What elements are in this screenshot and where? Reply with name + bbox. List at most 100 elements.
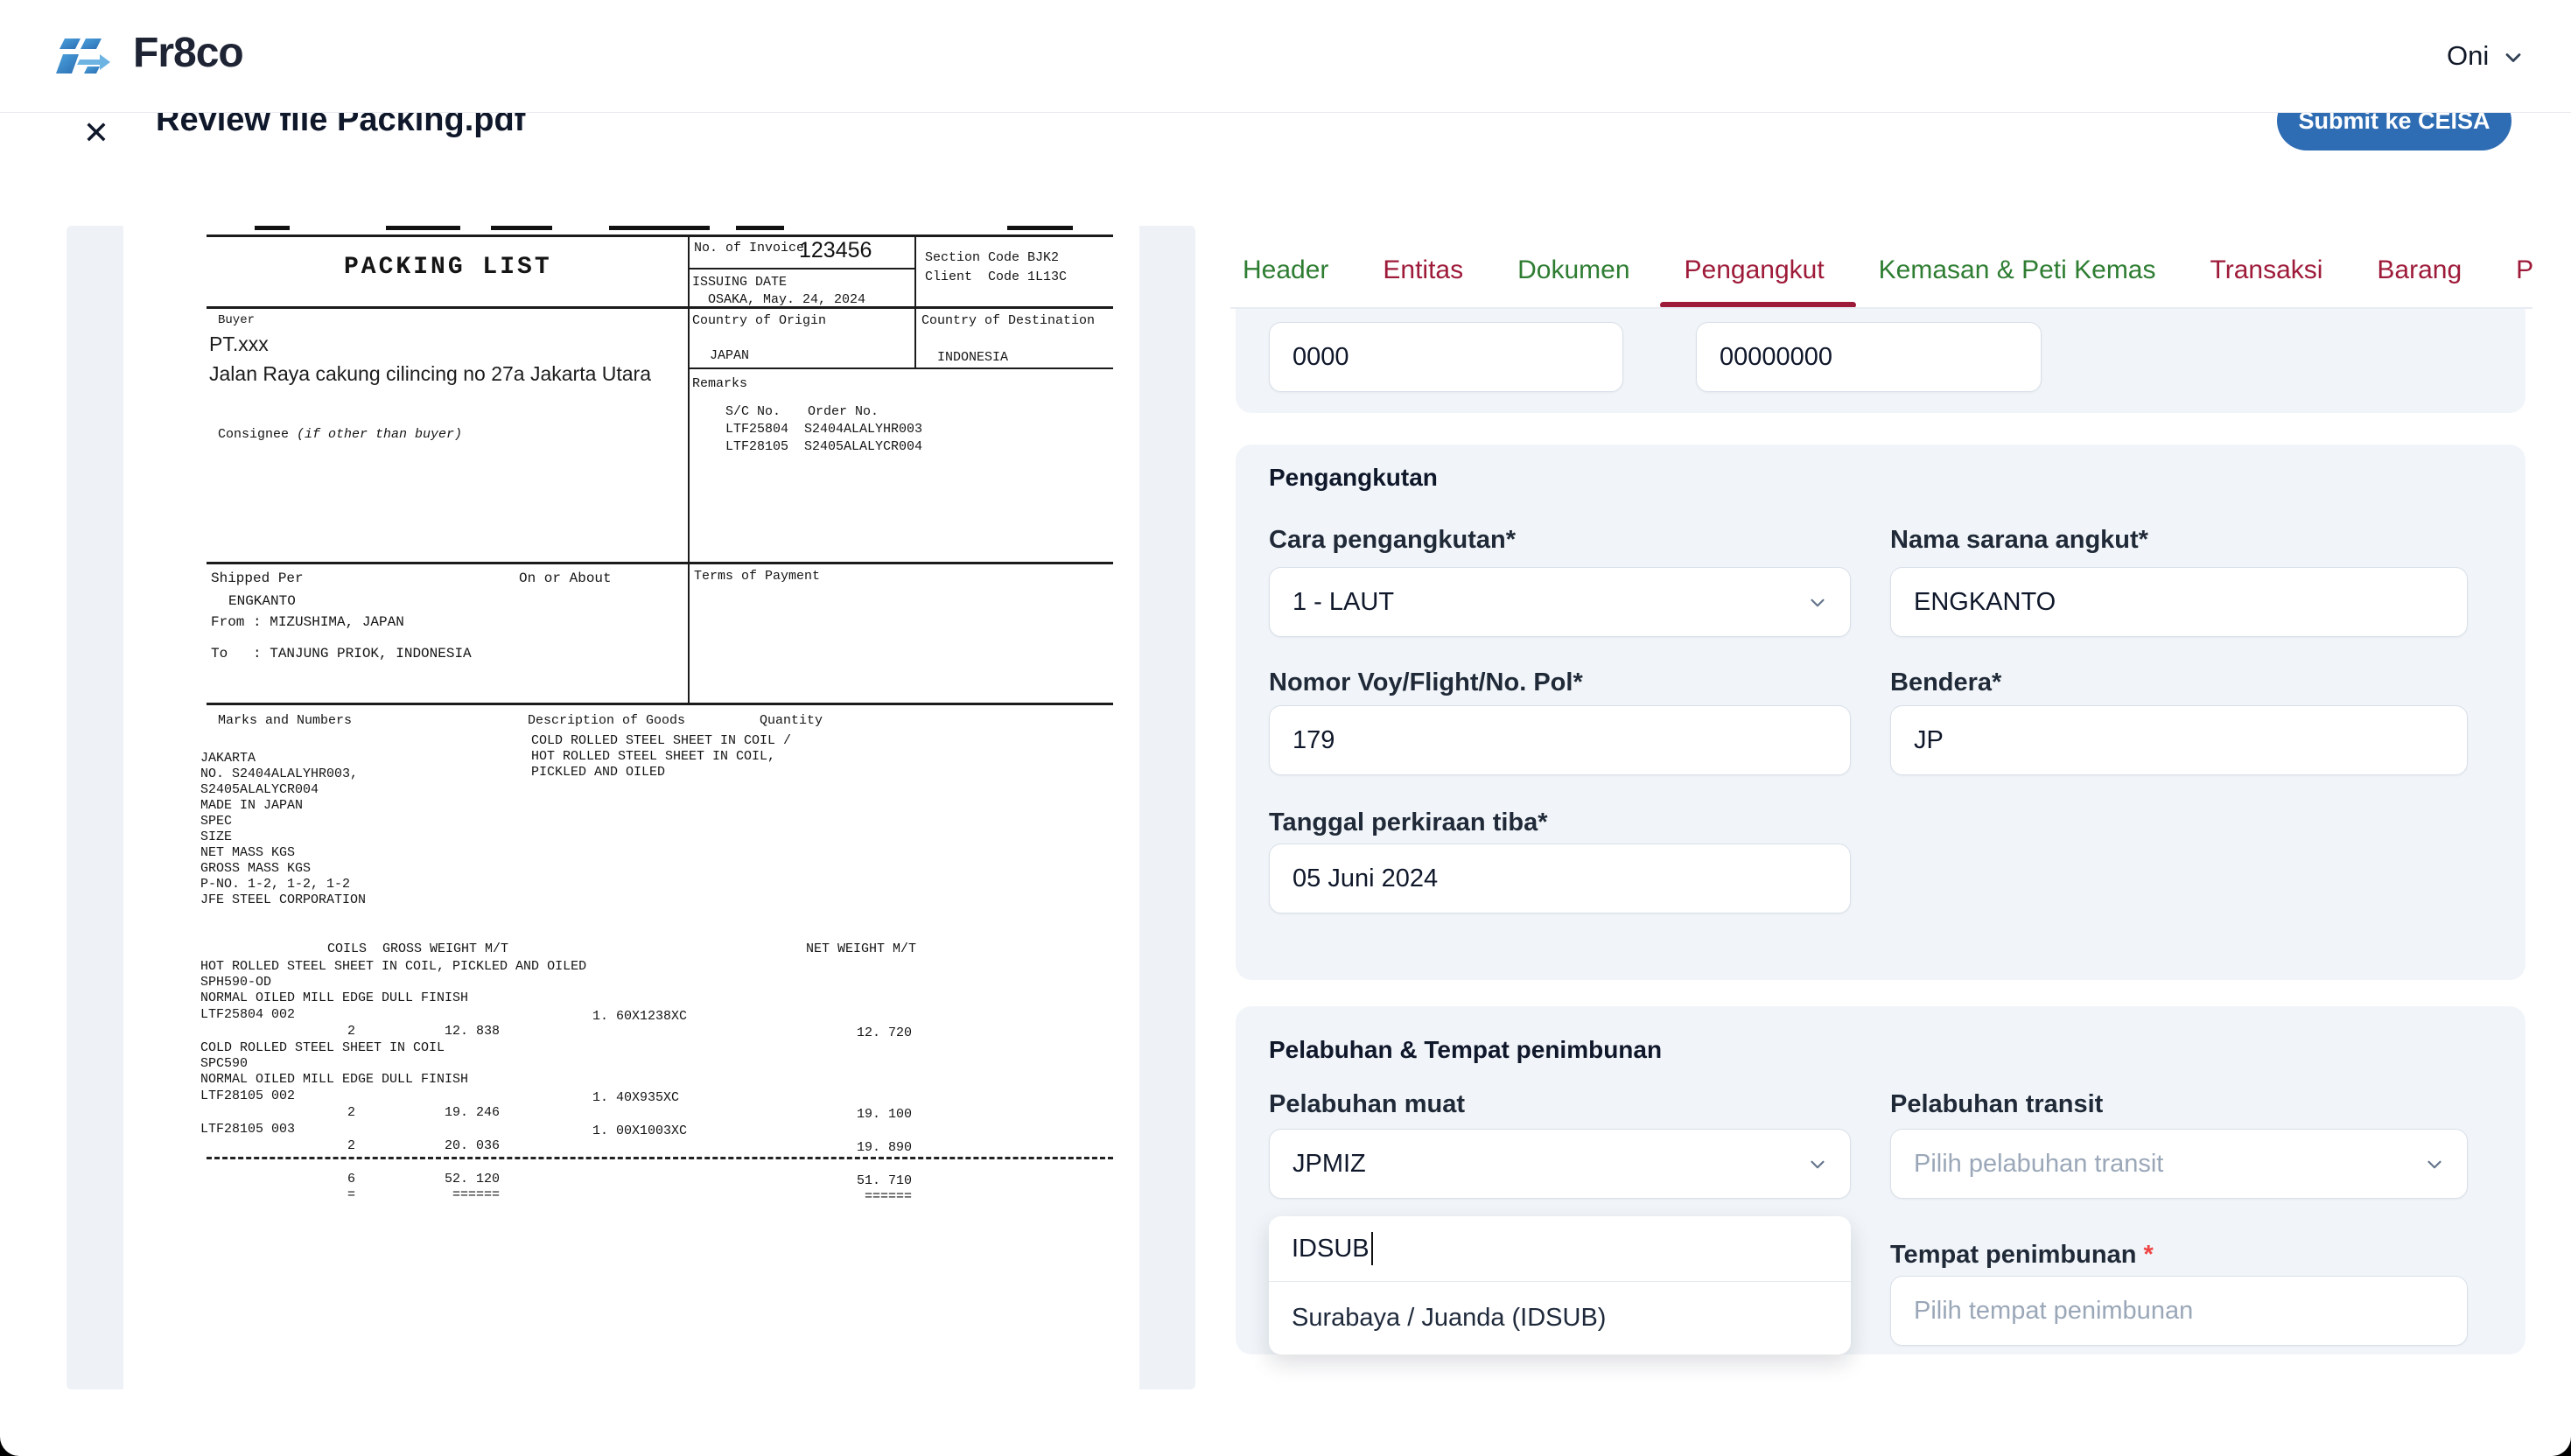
- section-title-pengangkutan: Pengangkutan: [1269, 464, 1438, 491]
- tab-barang[interactable]: Barang: [2377, 256, 2462, 285]
- label-tanggal-perkiraan-tiba: Tanggal perkiraan tiba*: [1269, 808, 1548, 836]
- doc-item-line: HOT ROLLED STEEL SHEET IN COIL, PICKLED …: [200, 959, 587, 974]
- tab-pengangkut[interactable]: Pengangkut: [1685, 256, 1825, 285]
- doc-item-gross: 19. 246: [444, 1105, 500, 1120]
- tab-transaksi[interactable]: Transaksi: [2210, 256, 2323, 285]
- doc-marks-line: NET MASS KGS: [200, 845, 296, 860]
- text-caret: [1370, 1232, 1373, 1265]
- doc-item-code: LTF28105 003: [200, 1122, 296, 1137]
- tab-header[interactable]: Header: [1243, 256, 1328, 285]
- doc-sc-order-header: S/C No. Order No.: [725, 404, 879, 419]
- doc-to-line: To : TANJUNG PRIOK, INDONESIA: [211, 646, 472, 662]
- doc-item-net: 19. 100: [856, 1107, 912, 1122]
- top-navigation-bar: Fr8co Oni: [0, 0, 2571, 113]
- tab-entitas[interactable]: Entitas: [1383, 256, 1463, 285]
- doc-consignee-label: Consignee (if other than buyer): [218, 427, 463, 442]
- doc-vessel: ENGKANTO: [228, 593, 296, 609]
- doc-buyer-address: Jalan Raya cakung cilincing no 27a Jakar…: [209, 362, 652, 385]
- doc-item-qty: 2: [347, 1105, 356, 1120]
- doc-marks-line: S2405ALALYCR004: [200, 782, 319, 797]
- doc-invoice-label: No. of Invoice: [694, 241, 805, 256]
- form-tabs: Header Entitas Dokumen Pengangkut Kemasan & …: [1243, 256, 2533, 285]
- doc-title: PACKING LIST: [344, 254, 552, 281]
- chevron-down-icon: [1806, 592, 1829, 621]
- section-title-pelabuhan: Pelabuhan & Tempat penimbunan: [1269, 1036, 1663, 1063]
- doc-total-rule: =: [347, 1187, 356, 1202]
- doc-total-rule: ======: [452, 1187, 500, 1202]
- suggestion-surabaya-juanda[interactable]: Surabaya / Juanda (IDSUB): [1269, 1282, 1851, 1354]
- doc-item-qty: 2: [347, 1024, 356, 1039]
- input-tanggal-perkiraan-tiba[interactable]: 05 Juni 2024: [1269, 844, 1851, 914]
- doc-total-qty: 6: [347, 1172, 356, 1186]
- label-pelabuhan-transit: Pelabuhan transit: [1890, 1090, 2104, 1118]
- doc-marks-line: JAKARTA: [200, 751, 256, 766]
- required-asterisk: *: [2143, 1241, 2154, 1269]
- chevron-down-icon[interactable]: [2501, 46, 2525, 74]
- doc-item-line: SPH590-OD: [200, 975, 272, 990]
- totals-dashed-rule: [207, 1157, 1113, 1159]
- tab-kemasan-peti-kemas[interactable]: Kemasan & Peti Kemas: [1879, 256, 2156, 285]
- doc-invoice-number: 123456: [799, 238, 872, 262]
- label-bendera: Bendera*: [1890, 668, 2002, 696]
- cut-text-fragment: [736, 226, 784, 230]
- chevron-down-icon: [1806, 1153, 1829, 1183]
- label-pelabuhan-muat: Pelabuhan muat: [1269, 1090, 1465, 1118]
- table-rule: [688, 268, 914, 270]
- doc-marks-header: Marks and Numbers: [218, 713, 353, 728]
- logo-wordmark: Fr8co: [133, 30, 244, 76]
- select-tempat-penimbunan[interactable]: Pilih tempat penimbunan: [1890, 1276, 2468, 1346]
- doc-sc-row: LTF25804 S2404ALALYHR003: [725, 422, 923, 437]
- doc-desc-header: Description of Goods: [528, 713, 686, 728]
- doc-weights-header-left: COILS GROSS WEIGHT M/T: [327, 942, 509, 956]
- select-cara-pengangkutan[interactable]: 1 - LAUT: [1269, 567, 1851, 637]
- doc-shipped-per-label: Shipped Per: [211, 570, 304, 586]
- doc-on-or-about-label: On or About: [519, 570, 612, 586]
- input-bendera[interactable]: JP: [1890, 705, 2468, 775]
- doc-qty-header: Quantity: [760, 713, 823, 728]
- label-cara-pengangkutan: Cara pengangkutan*: [1269, 526, 1516, 554]
- doc-sc-row: LTF28105 S2405ALALYCR004: [725, 439, 923, 454]
- doc-origin-value: JAPAN: [710, 348, 750, 363]
- doc-marks-line: P-NO. 1-2, 1-2, 1-2: [200, 877, 351, 892]
- doc-weights-header-right: NET WEIGHT M/T: [806, 942, 917, 956]
- doc-issuing-label: ISSUING DATE: [692, 275, 788, 290]
- doc-marks-line: JFE STEEL CORPORATION: [200, 892, 367, 907]
- doc-item-line: NORMAL OILED MILL EDGE DULL FINISH: [200, 1072, 469, 1087]
- tab-p[interactable]: P: [2516, 256, 2533, 285]
- doc-item-size: 1. 40X935XC: [592, 1090, 680, 1105]
- doc-item-qty: 2: [347, 1138, 356, 1153]
- code-field-2[interactable]: 00000000: [1696, 322, 2042, 392]
- code-field-1[interactable]: 0000: [1269, 322, 1623, 392]
- cut-text-fragment: [255, 226, 290, 230]
- doc-item-net: 19. 890: [856, 1140, 912, 1155]
- user-menu[interactable]: Oni: [2447, 40, 2489, 72]
- doc-description-line: PICKLED AND OILED: [531, 765, 666, 780]
- tab-dokumen[interactable]: Dokumen: [1517, 256, 1629, 285]
- input-nomor-voy[interactable]: 179: [1269, 705, 1851, 775]
- table-rule: [207, 562, 1113, 564]
- doc-from-line: From : MIZUSHIMA, JAPAN: [211, 614, 404, 630]
- doc-total-net: 51. 710: [856, 1173, 912, 1188]
- pelabuhan-muat-search-input[interactable]: IDSUB: [1269, 1216, 1851, 1281]
- cut-text-fragment: [1007, 226, 1073, 230]
- doc-buyer-name: PT.xxx: [209, 332, 269, 355]
- doc-marks-line: NO. S2404ALALYHR003,: [200, 766, 359, 781]
- table-rule: [207, 306, 1113, 309]
- fr8co-logo-icon: [54, 30, 119, 87]
- input-nama-sarana-angkut[interactable]: ENGKANTO: [1890, 567, 2468, 637]
- doc-marks-line: MADE IN JAPAN: [200, 798, 304, 813]
- doc-terms-label: Terms of Payment: [694, 569, 821, 584]
- pelabuhan-muat-autocomplete: IDSUB Surabaya / Juanda (IDSUB): [1269, 1216, 1851, 1354]
- label-nama-sarana-angkut: Nama sarana angkut*: [1890, 526, 2148, 554]
- app-window: Fr8co Oni ✕ Review file Packing.pdf Subm…: [0, 0, 2571, 1456]
- doc-item-line: COLD ROLLED STEEL SHEET IN COIL: [200, 1040, 445, 1055]
- select-pelabuhan-muat[interactable]: JPMIZ: [1269, 1129, 1851, 1199]
- select-pelabuhan-transit[interactable]: Pilih pelabuhan transit: [1890, 1129, 2468, 1199]
- cut-text-fragment: [609, 226, 710, 230]
- pdf-viewer-panel[interactable]: PACKING LIST No. of Invoice 123456 Secti…: [67, 226, 1195, 1390]
- label-tempat-penimbunan: Tempat penimbunan *: [1890, 1241, 2154, 1269]
- doc-buyer-label: Buyer: [218, 313, 256, 327]
- close-icon[interactable]: ✕: [75, 112, 117, 154]
- table-rule: [688, 368, 1113, 369]
- doc-total-rule: ======: [864, 1189, 912, 1204]
